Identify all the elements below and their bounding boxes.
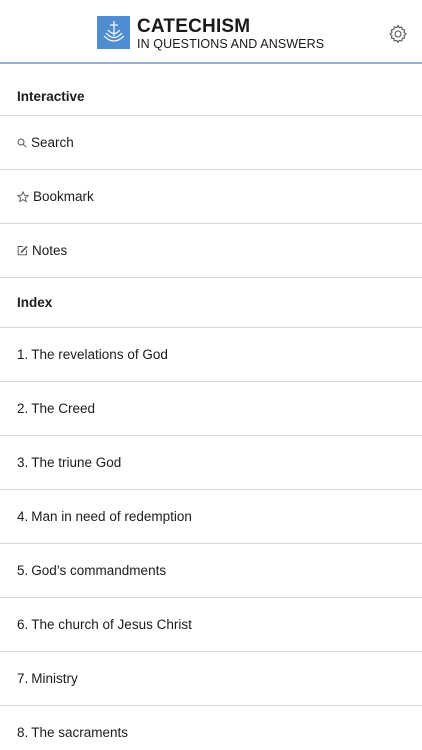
search-label: Search <box>31 135 74 150</box>
index-item-label: God’s commandments <box>31 563 167 578</box>
index-item-2[interactable]: 2. The Creed <box>0 382 422 436</box>
app-title: CATECHISM <box>137 16 251 37</box>
notes-row[interactable]: Notes <box>0 224 422 278</box>
notes-label: Notes <box>32 243 68 258</box>
interactive-section-header: Interactive <box>0 64 422 116</box>
index-item-4[interactable]: 4. Man in need of redemption <box>0 490 422 544</box>
index-item-8[interactable]: 8. The sacraments <box>0 706 422 750</box>
index-item-label: The church of Jesus Christ <box>31 617 192 632</box>
edit-note-icon <box>17 245 28 256</box>
star-icon <box>17 190 29 203</box>
index-item-number: 3. <box>17 455 29 470</box>
index-item-number: 8. <box>17 725 29 740</box>
index-item-5[interactable]: 5. God’s commandments <box>0 544 422 598</box>
app-subtitle: IN QUESTIONS AND ANSWERS <box>137 37 325 51</box>
app-root: CATECHISM IN QUESTIONS AND ANSWERS Inter… <box>0 0 422 750</box>
search-icon <box>17 138 27 148</box>
index-item-1[interactable]: 1. The revelations of God <box>0 328 422 382</box>
church-logo-icon <box>97 16 130 49</box>
settings-gear-icon[interactable] <box>388 24 408 44</box>
search-row[interactable]: Search <box>0 116 422 170</box>
index-section-header: Index <box>0 278 422 328</box>
index-item-number: 1. <box>17 347 29 362</box>
app-branding: CATECHISM IN QUESTIONS AND ANSWERS <box>97 16 324 51</box>
index-item-label: The sacraments <box>31 725 129 740</box>
bookmark-label: Bookmark <box>33 189 94 204</box>
index-item-label: The revelations of God <box>31 347 168 362</box>
index-item-label: The triune God <box>31 455 122 470</box>
index-item-label: The Creed <box>31 401 96 416</box>
index-item-6[interactable]: 6. The church of Jesus Christ <box>0 598 422 652</box>
index-item-number: 6. <box>17 617 29 632</box>
index-item-label: Ministry <box>31 671 78 686</box>
index-item-number: 5. <box>17 563 29 578</box>
app-header: CATECHISM IN QUESTIONS AND ANSWERS <box>0 0 422 64</box>
index-item-7[interactable]: 7. Ministry <box>0 652 422 706</box>
index-item-number: 7. <box>17 671 29 686</box>
index-item-number: 2. <box>17 401 29 416</box>
index-item-label: Man in need of redemption <box>31 509 192 524</box>
index-item-number: 4. <box>17 509 29 524</box>
app-title-block: CATECHISM IN QUESTIONS AND ANSWERS <box>137 16 324 51</box>
index-item-3[interactable]: 3. The triune God <box>0 436 422 490</box>
bookmark-row[interactable]: Bookmark <box>0 170 422 224</box>
